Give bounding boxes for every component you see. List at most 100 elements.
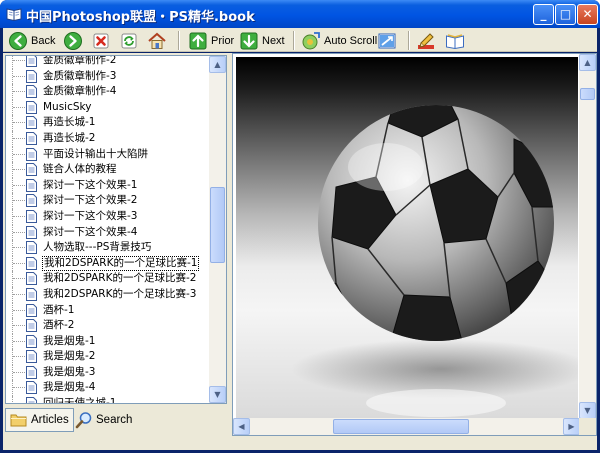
- main-area: 金质徽章制作-2 金质徽章制作-3 金质徽章制作-4 MusicSky 再造长城-1 再造…: [3, 53, 597, 450]
- document-icon: [26, 397, 37, 403]
- article-list-item[interactable]: 探讨一下这个效果-3: [6, 208, 210, 225]
- auto-scroll-button[interactable]: Auto Scroll: [301, 30, 377, 52]
- document-icon: [26, 178, 37, 192]
- minimize-button[interactable]: _: [533, 4, 554, 25]
- article-title: 探讨一下这个效果-2: [43, 194, 138, 207]
- article-list-item[interactable]: 酒杯-1: [6, 302, 210, 319]
- article-list-item[interactable]: 我是烟鬼-3: [6, 364, 210, 381]
- title-bar[interactable]: 中国Photoshop联盟・PS精华.book _ □ ✕: [0, 0, 600, 28]
- article-title: 我和2DSPARK的一个足球比赛-2: [43, 272, 197, 285]
- document-icon: [26, 256, 37, 270]
- back-label: Back: [31, 35, 56, 47]
- image-view-button[interactable]: [377, 30, 397, 52]
- article-content-pane: ▲ ▼ ◀ ▶: [232, 53, 597, 436]
- article-title: 我是烟鬼-1: [43, 334, 96, 347]
- tree-connector-branch: [13, 215, 25, 217]
- article-list-scrollbar[interactable]: ▲ ▼: [209, 56, 226, 403]
- document-icon: [26, 147, 37, 161]
- article-list-item[interactable]: 回归天使之城-1: [6, 396, 210, 403]
- tree-connector-branch: [13, 75, 25, 77]
- scroll-thumb[interactable]: [210, 187, 225, 263]
- article-list-item[interactable]: MusicSky: [6, 99, 210, 116]
- article-list-item[interactable]: 探讨一下这个效果-1: [6, 177, 210, 194]
- article-list-item[interactable]: 我是烟鬼-4: [6, 380, 210, 397]
- article-list-item[interactable]: 再造长城-1: [6, 115, 210, 131]
- article-title: 我和2DSPARK的一个足球比赛-1: [42, 255, 200, 271]
- maximize-button[interactable]: □: [555, 4, 576, 25]
- document-icon: [26, 56, 37, 67]
- image-view-icon: [378, 33, 396, 49]
- article-list-item[interactable]: 人物选取---PS背景技巧: [6, 240, 210, 256]
- app-window: 中国Photoshop联盟・PS精华.book _ □ ✕ Back Prior…: [0, 0, 600, 453]
- article-title: 金质徽章制作-2: [43, 55, 117, 66]
- tab-search-label: Search: [96, 414, 133, 426]
- document-icon: [26, 241, 37, 255]
- next-down-icon: [240, 32, 258, 50]
- article-list-item[interactable]: 酒杯-2: [6, 318, 210, 334]
- viewer-vertical-thumb[interactable]: [580, 88, 595, 100]
- tree-connector-branch: [13, 106, 25, 108]
- scrollbar-corner: [579, 418, 596, 435]
- article-title: 链合人体的教程: [43, 163, 117, 176]
- article-list-item[interactable]: 我是烟鬼-1: [6, 333, 210, 350]
- tree-connector-line: [12, 56, 13, 69]
- tab-search[interactable]: Search: [71, 408, 136, 432]
- article-list-item[interactable]: 再造长城-2: [6, 130, 210, 147]
- viewer-scroll-down-button[interactable]: ▼: [579, 402, 596, 419]
- scroll-down-button[interactable]: ▼: [209, 386, 226, 403]
- stop-icon: [93, 33, 109, 49]
- close-button[interactable]: ✕: [577, 4, 598, 25]
- article-list-item[interactable]: 平面设计输出十大陷阱: [6, 146, 210, 163]
- tree-connector-branch: [13, 262, 25, 264]
- article-list-item[interactable]: 链合人体的教程: [6, 162, 210, 178]
- tree-connector-branch: [13, 387, 25, 389]
- document-icon: [26, 350, 37, 364]
- home-icon: [148, 32, 166, 49]
- refresh-button[interactable]: [119, 30, 139, 52]
- article-list: 金质徽章制作-2 金质徽章制作-3 金质徽章制作-4 MusicSky 再造长城-1 再造…: [6, 55, 210, 403]
- toolbar-separator: [408, 31, 410, 50]
- tree-connector-branch: [13, 137, 25, 139]
- viewer-scroll-up-button[interactable]: ▲: [579, 54, 596, 71]
- back-button[interactable]: Back: [8, 30, 55, 52]
- article-list-item[interactable]: 我和2DSPARK的一个足球比赛-2: [6, 271, 210, 287]
- article-list-item[interactable]: 探讨一下这个效果-4: [6, 224, 210, 241]
- document-icon: [26, 209, 37, 223]
- auto-scroll-label: Auto Scroll: [324, 35, 378, 47]
- viewer-vertical-scrollbar[interactable]: ▲ ▼: [579, 54, 596, 419]
- article-list-item[interactable]: 金质徽章制作-4: [6, 84, 210, 100]
- viewer-scroll-left-button[interactable]: ◀: [233, 418, 250, 435]
- tree-connector-branch: [13, 293, 25, 295]
- tree-connector-branch: [13, 153, 25, 155]
- article-list-item[interactable]: 我是烟鬼-2: [6, 349, 210, 365]
- article-title: 人物选取---PS背景技巧: [43, 241, 152, 254]
- article-list-item[interactable]: 我和2DSPARK的一个足球比赛-3: [6, 286, 210, 303]
- article-list-item[interactable]: 探讨一下这个效果-2: [6, 193, 210, 209]
- prior-up-icon: [189, 32, 207, 50]
- edit-button[interactable]: [416, 30, 436, 52]
- window-title: 中国Photoshop联盟・PS精华.book: [26, 10, 255, 25]
- article-title: 探讨一下这个效果-3: [43, 209, 138, 222]
- article-title: 酒杯-2: [43, 319, 75, 332]
- home-button[interactable]: [147, 30, 167, 52]
- article-list-item[interactable]: 金质徽章制作-2: [6, 55, 210, 69]
- article-title: 再造长城-1: [43, 116, 96, 129]
- article-title: 我和2DSPARK的一个足球比赛-3: [43, 287, 197, 300]
- viewer-horizontal-scrollbar[interactable]: ◀ ▶: [233, 418, 580, 435]
- stop-button[interactable]: [91, 30, 111, 52]
- viewer-scroll-right-button[interactable]: ▶: [563, 418, 580, 435]
- next-button[interactable]: Next: [239, 30, 285, 52]
- scroll-up-button[interactable]: ▲: [209, 56, 226, 73]
- viewer-horizontal-thumb[interactable]: [333, 419, 469, 434]
- article-list-item[interactable]: 我和2DSPARK的一个足球比赛-1: [6, 255, 210, 272]
- tab-articles[interactable]: Articles: [5, 408, 74, 432]
- prior-button[interactable]: Prior: [188, 30, 234, 52]
- article-list-item[interactable]: 金质徽章制作-3: [6, 68, 210, 85]
- app-book-icon: [6, 8, 22, 22]
- article-title: 探讨一下这个效果-1: [43, 178, 138, 191]
- book-button[interactable]: [445, 30, 465, 52]
- document-icon: [26, 381, 37, 395]
- forward-button[interactable]: [63, 30, 83, 52]
- document-icon: [26, 116, 37, 130]
- folder-icon: [10, 414, 27, 427]
